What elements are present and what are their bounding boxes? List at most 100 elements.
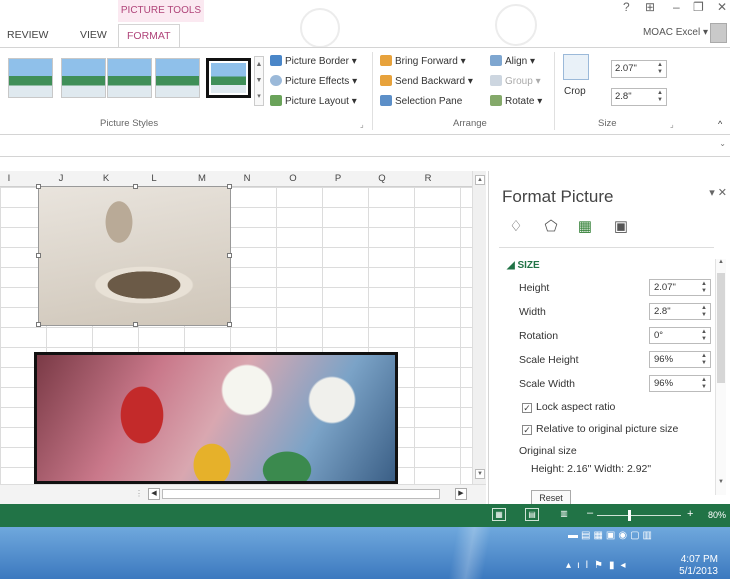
column-header[interactable]: L <box>148 173 160 184</box>
ribbon-width-spinner[interactable]: 2.8" ▲ ▼ <box>611 88 667 106</box>
food-picture-selected[interactable] <box>36 184 232 327</box>
scroll-down-icon[interactable]: ▼ <box>716 479 726 485</box>
column-header[interactable]: P <box>332 173 344 184</box>
rotation-spinner[interactable]: 0° ▲ ▼ <box>649 327 711 344</box>
effects-pentagon-icon[interactable]: ⬠ <box>541 217 561 237</box>
resize-handle[interactable] <box>36 253 41 258</box>
crop-icon[interactable] <box>563 54 589 80</box>
size-section-header[interactable]: ◢ SIZE <box>507 260 540 271</box>
tab-format[interactable]: FORMAT <box>118 24 180 48</box>
dialog-launcher-icon[interactable]: ⌟ <box>360 120 364 129</box>
restore-icon[interactable]: ❐ <box>693 0 704 14</box>
lock-aspect-checkbox[interactable]: ✓ Lock aspect ratio <box>522 401 615 413</box>
picture-style-thumb[interactable] <box>107 58 152 98</box>
ribbon-height-spinner[interactable]: 2.07" ▲ ▼ <box>611 60 667 78</box>
selection-pane-button[interactable]: Selection Pane <box>380 94 462 110</box>
gallery-scroll[interactable]: ▲ ▼ ▾ <box>254 56 264 106</box>
pane-scroll-thumb[interactable] <box>717 273 725 383</box>
avatar[interactable] <box>710 23 727 43</box>
picture-style-thumb[interactable] <box>155 58 200 98</box>
close-icon[interactable]: ✕ <box>717 0 727 14</box>
zoom-level[interactable]: 80% <box>708 510 726 520</box>
picture-icon[interactable]: ▣ <box>611 217 631 237</box>
picture-effects-button[interactable]: Picture Effects ▾ <box>270 74 357 90</box>
column-header[interactable]: K <box>100 173 112 184</box>
tray-system-icons[interactable]: ▴ıl⚑▮◂ <box>566 560 632 571</box>
horizontal-scrollbar[interactable]: ⋮ ◀ ▶ <box>0 484 486 504</box>
fill-line-icon[interactable]: ♢ <box>506 217 526 237</box>
picture-style-thumb-selected[interactable] <box>206 58 251 98</box>
ribbon-display-icon[interactable]: ⊞ <box>645 0 655 14</box>
resize-handle[interactable] <box>133 322 138 327</box>
vertical-scrollbar[interactable]: ▲ ▼ <box>472 171 486 484</box>
reset-button[interactable]: Reset <box>531 490 571 504</box>
formula-bar[interactable]: ⌄ <box>0 135 730 157</box>
relative-original-checkbox[interactable]: ✓ Relative to original picture size <box>522 423 678 435</box>
align-button[interactable]: Align ▾ <box>490 54 535 70</box>
zoom-slider-track[interactable] <box>597 515 681 516</box>
spinner-arrows-icon[interactable]: ▲ ▼ <box>701 281 707 295</box>
checkmark-icon[interactable]: ✓ <box>522 403 532 413</box>
expand-formula-icon[interactable]: ⌄ <box>719 139 726 148</box>
checkmark-icon[interactable]: ✓ <box>522 425 532 435</box>
resize-handle[interactable] <box>36 184 41 189</box>
group-button[interactable]: Group ▾ <box>490 74 541 90</box>
tray-app-icons[interactable]: ▬▤▦▣◉▢▥ <box>568 530 655 541</box>
column-header[interactable]: R <box>422 173 434 184</box>
normal-view-icon[interactable]: ▦ <box>492 508 506 521</box>
picture-style-thumb[interactable] <box>8 58 53 98</box>
picture-border-button[interactable]: Picture Border ▾ <box>270 54 357 70</box>
scroll-right-icon[interactable]: ▶ <box>455 488 467 500</box>
rotate-button[interactable]: Rotate ▾ <box>490 94 542 110</box>
size-properties-icon[interactable]: ▦ <box>575 217 595 237</box>
spinner-arrows-icon[interactable]: ▲ ▼ <box>657 90 663 104</box>
resize-handle[interactable] <box>227 322 232 327</box>
taskbar-clock[interactable]: 4:07 PM 5/1/2013 <box>679 554 718 578</box>
column-header[interactable]: N <box>240 173 254 184</box>
sheet-split-handle[interactable]: ⋮ <box>135 489 143 498</box>
width-spinner[interactable]: 2.8" ▲ ▼ <box>649 303 711 320</box>
spinner-arrows-icon[interactable]: ▲ ▼ <box>701 377 707 391</box>
scroll-down-icon[interactable]: ▼ <box>475 469 485 479</box>
tab-review[interactable]: REVIEW <box>7 26 48 47</box>
tab-view[interactable]: VIEW <box>80 26 107 47</box>
scroll-up-icon[interactable]: ▲ <box>716 259 726 265</box>
zoom-in-button[interactable]: + <box>687 508 693 520</box>
pane-scrollbar[interactable]: ▲ ▼ <box>715 259 726 495</box>
minimize-icon[interactable]: – <box>673 0 680 14</box>
resize-handle[interactable] <box>227 253 232 258</box>
scroll-up-icon[interactable]: ▲ <box>475 175 485 185</box>
user-account[interactable]: MOAC Excel ▾ <box>643 27 708 38</box>
zoom-out-button[interactable]: – <box>587 507 593 519</box>
height-spinner[interactable]: 2.07" ▲ ▼ <box>649 279 711 296</box>
resize-handle[interactable] <box>133 184 138 189</box>
zoom-slider-knob[interactable] <box>628 510 631 521</box>
spinner-arrows-icon[interactable]: ▲ ▼ <box>701 305 707 319</box>
horizontal-scroll-thumb[interactable] <box>162 489 440 499</box>
drinks-picture[interactable] <box>34 352 398 484</box>
collapse-ribbon-icon[interactable]: ^ <box>718 116 722 132</box>
pane-close-icon[interactable]: ▾ ✕ <box>709 186 727 199</box>
scale-width-spinner[interactable]: 96% ▲ ▼ <box>649 375 711 392</box>
dialog-launcher-icon[interactable]: ⌟ <box>670 120 674 129</box>
picture-layout-button[interactable]: Picture Layout ▾ <box>270 94 357 110</box>
scroll-left-icon[interactable]: ◀ <box>148 488 160 500</box>
picture-style-thumb[interactable] <box>61 58 106 98</box>
spinner-arrows-icon[interactable]: ▲ ▼ <box>701 353 707 367</box>
scale-height-spinner[interactable]: 96% ▲ ▼ <box>649 351 711 368</box>
send-backward-button[interactable]: Send Backward ▾ <box>380 74 473 90</box>
crop-button[interactable]: Crop <box>564 84 586 100</box>
spinner-arrows-icon[interactable]: ▲ ▼ <box>701 329 707 343</box>
resize-handle[interactable] <box>227 184 232 189</box>
spinner-arrows-icon[interactable]: ▲ ▼ <box>657 62 663 76</box>
help-icon[interactable]: ? <box>623 0 630 14</box>
column-header[interactable]: J <box>55 173 67 184</box>
bring-forward-button[interactable]: Bring Forward ▾ <box>380 54 466 70</box>
column-header[interactable]: O <box>287 173 299 184</box>
page-break-view-icon[interactable]: ▥ <box>557 508 571 521</box>
column-header[interactable]: M <box>195 173 209 184</box>
resize-handle[interactable] <box>36 322 41 327</box>
page-layout-view-icon[interactable]: ▤ <box>525 508 539 521</box>
column-header[interactable]: I <box>4 173 14 184</box>
column-header[interactable]: Q <box>376 173 388 184</box>
